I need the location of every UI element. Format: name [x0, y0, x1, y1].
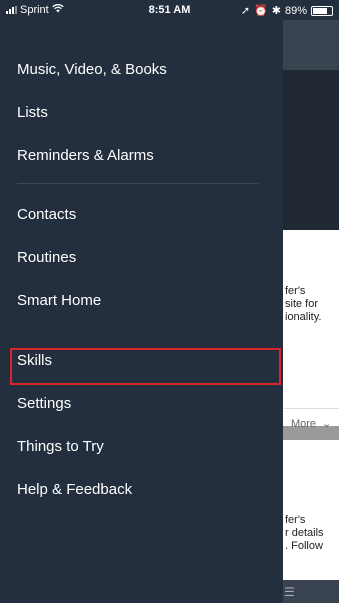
menu-item-smart-home[interactable]: Smart Home	[0, 280, 283, 320]
chevron-down-icon: ⌄	[322, 418, 332, 430]
status-bar: Sprint 8:51 AM ➚ ⏰ ✱ 89%	[0, 0, 339, 20]
status-right: ➚ ⏰ ✱ 89%	[241, 4, 333, 17]
menu-item-settings[interactable]: Settings	[0, 383, 283, 423]
menu-item-label: Settings	[17, 394, 72, 412]
menu-item-label: Things to Try	[17, 437, 104, 455]
location-icon: ➚	[240, 5, 251, 17]
navigation-drawer: Music, Video, & Books Lists Reminders & …	[0, 20, 283, 603]
more-button[interactable]: More ⌄	[284, 408, 339, 439]
menu-item-help-feedback[interactable]: Help & Feedback	[0, 469, 283, 509]
menu-item-label: Routines	[17, 248, 77, 266]
battery-icon	[311, 5, 333, 16]
menu-item-contacts[interactable]: Contacts	[0, 194, 283, 234]
menu-item-lists[interactable]: Lists	[0, 92, 283, 132]
more-label: More	[290, 418, 316, 430]
menu-item-label: Contacts	[17, 205, 77, 223]
menu-item-music-video-books[interactable]: Music, Video, & Books	[0, 49, 283, 89]
battery-percent: 89%	[284, 4, 307, 17]
menu-item-label: Lists	[17, 103, 48, 121]
menu-item-routines[interactable]: Routines	[0, 237, 283, 277]
bluetooth-icon: ✱	[271, 5, 281, 17]
menu-item-label: Reminders & Alarms	[17, 146, 154, 164]
menu-divider	[17, 183, 259, 184]
menu-item-label: Smart Home	[17, 291, 102, 309]
alarm-icon: ⏰	[254, 5, 268, 17]
background-card-text: fer's r details . Follow	[285, 514, 324, 552]
background-card-text: fer's site for ionality.	[285, 285, 322, 323]
menu-item-things-to-try[interactable]: Things to Try	[0, 426, 283, 466]
menu-item-label: Help & Feedback	[17, 480, 133, 498]
skills-highlight-box	[10, 348, 281, 385]
list-icon: ☰	[284, 585, 295, 599]
menu-item-label: Music, Video, & Books	[17, 60, 167, 78]
menu-item-reminders-alarms[interactable]: Reminders & Alarms	[0, 135, 283, 175]
